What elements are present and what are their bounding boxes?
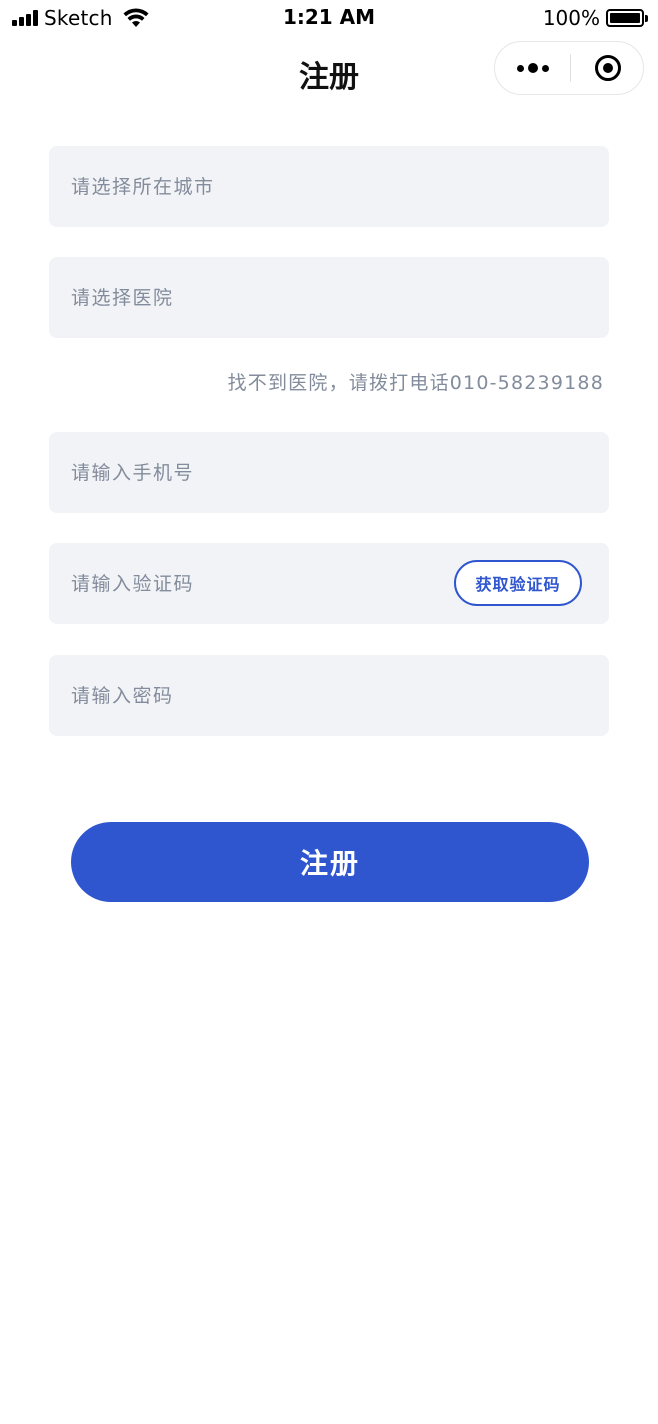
- hospital-select-input[interactable]: [71, 257, 431, 338]
- verification-code-input[interactable]: [71, 543, 371, 624]
- battery-percentage: 100%: [542, 6, 600, 30]
- close-miniprogram-icon[interactable]: [571, 42, 644, 94]
- battery-icon: [606, 9, 644, 27]
- password-input[interactable]: [71, 655, 431, 736]
- miniprogram-capsule: [494, 41, 644, 95]
- phone-input[interactable]: [71, 432, 431, 513]
- more-icon[interactable]: [495, 42, 570, 94]
- verification-code-field[interactable]: 获取验证码: [49, 543, 609, 624]
- phone-field[interactable]: [49, 432, 609, 513]
- city-select-field[interactable]: [49, 146, 609, 227]
- status-bar: Sketch 1:21 AM 100%: [0, 0, 658, 36]
- register-button[interactable]: 注册: [71, 822, 589, 902]
- city-select-input[interactable]: [71, 146, 431, 227]
- hospital-hint-text: 找不到医院，请拨打电话010-58239188: [227, 372, 604, 394]
- hospital-select-field[interactable]: [49, 257, 609, 338]
- password-field[interactable]: [49, 655, 609, 736]
- battery-tip: [645, 14, 648, 22]
- status-right: 100%: [543, 6, 648, 30]
- get-code-button[interactable]: 获取验证码: [454, 560, 582, 606]
